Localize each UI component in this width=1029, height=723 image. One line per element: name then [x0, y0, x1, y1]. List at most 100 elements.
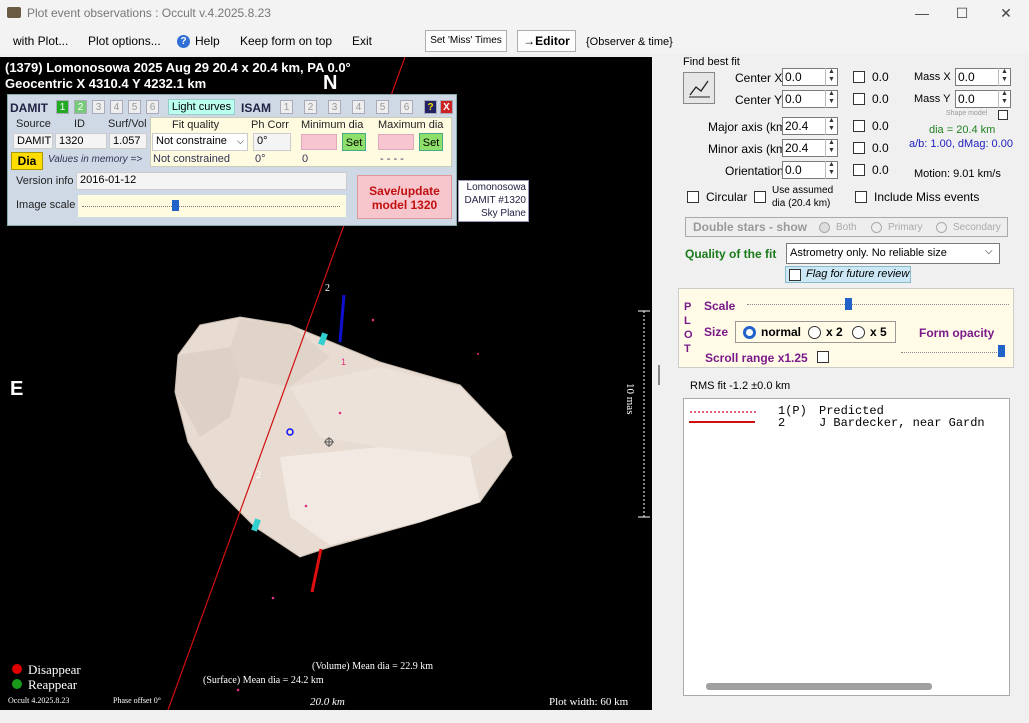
form-opacity-label: Form opacity [919, 326, 995, 340]
badge-sky-plane: Sky Plane [480, 208, 526, 219]
help-icon[interactable]: ? [424, 100, 437, 114]
spinner-arrows-icon[interactable]: ▲ ▼ [825, 161, 837, 179]
predicted-point [271, 596, 275, 600]
fit-quality-header: Fit quality [172, 119, 220, 131]
fix-major-checkbox[interactable] [853, 120, 865, 132]
close-icon[interactable]: X [440, 100, 453, 114]
help-icon[interactable]: ? [177, 35, 190, 48]
menu-help[interactable]: Help [195, 34, 220, 48]
fix-center-x-checkbox[interactable] [853, 71, 865, 83]
close-icon[interactable]: ✕ [996, 4, 1016, 22]
fix-minor-checkbox[interactable] [853, 142, 865, 154]
spinner-arrows-icon[interactable]: ▲ ▼ [825, 117, 837, 135]
north-label: N [323, 72, 338, 94]
plot-header-line2: Geocentric X 4310.4 Y 4232.1 km [5, 76, 207, 91]
km-label: 20.0 km [310, 696, 345, 708]
isam-model-4[interactable]: 4 [352, 100, 365, 114]
mem-min-dia: 0 [302, 153, 309, 165]
quality-select[interactable]: Astrometry only. No reliable size [786, 243, 1000, 264]
isam-model-1[interactable]: 1 [280, 100, 293, 114]
chevron-down-icon[interactable]: ⌵ [237, 136, 244, 147]
include-miss-checkbox[interactable] [855, 191, 867, 203]
flag-review-label: Flag for future review [806, 268, 910, 280]
size-normal-radio[interactable] [743, 326, 756, 339]
scroll-range-checkbox[interactable] [817, 351, 829, 363]
image-scale-slider[interactable] [78, 195, 346, 217]
set-miss-times-button[interactable]: Set 'Miss' Times [425, 30, 507, 52]
source-field[interactable]: DAMIT [13, 133, 53, 149]
form-opacity-slider[interactable] [899, 344, 1011, 360]
legend-row-2-num: 2 [778, 416, 786, 430]
isam-model-2[interactable]: 2 [304, 100, 317, 114]
disappear-dot [12, 664, 22, 674]
fix-orientation-checkbox[interactable] [853, 164, 865, 176]
app-icon [7, 7, 21, 18]
primary-radio[interactable] [871, 222, 882, 233]
splitter-handle[interactable] [658, 365, 660, 385]
horizontal-scrollbar[interactable] [706, 683, 932, 690]
min-dia-field[interactable] [301, 134, 337, 150]
source-header: Source [16, 118, 51, 130]
fit-quality-select[interactable]: Not constraine [152, 133, 248, 151]
mass-x-label: Mass X [914, 71, 951, 83]
spinner-arrows-icon[interactable]: ▲ ▼ [998, 68, 1010, 86]
chevron-down-icon[interactable]: ⌵ [985, 246, 993, 257]
values-in-memory-label: Values in memory => [48, 154, 143, 165]
image-scale-thumb[interactable] [172, 200, 179, 211]
primary-label: Primary [888, 222, 923, 233]
damit-model-2[interactable]: 2 [74, 100, 87, 114]
isam-model-3[interactable]: 3 [328, 100, 341, 114]
major-axis-label: Major axis (km) [708, 120, 791, 134]
set-min-button[interactable]: Set [342, 133, 366, 151]
menu-exit[interactable]: Exit [352, 34, 372, 48]
spinner-arrows-icon[interactable]: ▲ ▼ [825, 90, 837, 108]
legend-list[interactable]: 1(P) Predicted 2 J Bardecker, near Gardn [683, 398, 1010, 696]
set-max-button[interactable]: Set [419, 133, 443, 151]
scale-slider[interactable] [745, 296, 1013, 314]
version-info-field[interactable]: 2016-01-12 [76, 172, 347, 190]
dia-result: dia = 20.4 km [929, 124, 996, 136]
south-marker-line [310, 548, 323, 593]
ph-corr-field[interactable]: 0° [253, 133, 291, 151]
damit-model-5[interactable]: 5 [128, 100, 141, 114]
opacity-thumb[interactable] [998, 345, 1005, 357]
maximize-icon[interactable]: ☐ [952, 4, 972, 22]
observer-time-label: {Observer & time} [586, 36, 673, 48]
save-update-model-button[interactable]: Save/update model 1320 [357, 175, 452, 219]
disappear-label: Disappear [28, 662, 81, 677]
damit-model-3[interactable]: 3 [92, 100, 105, 114]
size-normal-label: normal [761, 325, 802, 339]
both-radio[interactable] [819, 222, 830, 233]
scale-thumb[interactable] [845, 298, 852, 310]
center-x-result: 0.0 [872, 70, 889, 84]
use-assumed-checkbox[interactable] [754, 191, 766, 203]
menu-plot-options[interactable]: Plot options... [88, 34, 161, 48]
size-x2-radio[interactable] [808, 326, 821, 339]
size-x5-radio[interactable] [852, 326, 865, 339]
damit-label: DAMIT [10, 101, 48, 115]
light-curves-button[interactable]: Light curves [168, 99, 235, 115]
surfvol-field[interactable]: 1.057 [109, 133, 147, 149]
damit-model-1[interactable]: 1 [56, 100, 69, 114]
damit-model-6[interactable]: 6 [146, 100, 159, 114]
damit-model-4[interactable]: 4 [110, 100, 123, 114]
shape-model-checkbox[interactable] [998, 110, 1008, 120]
circular-checkbox[interactable] [687, 191, 699, 203]
spinner-arrows-icon[interactable]: ▲ ▼ [825, 68, 837, 86]
both-label: Both [836, 222, 857, 233]
spinner-arrows-icon[interactable]: ▲ ▼ [998, 90, 1010, 108]
flag-review-checkbox[interactable] [789, 269, 801, 281]
menu-with-plot[interactable]: with Plot... [13, 34, 68, 48]
spinner-arrows-icon[interactable]: ▲ ▼ [825, 139, 837, 157]
secondary-radio[interactable] [936, 222, 947, 233]
isam-model-5[interactable]: 5 [376, 100, 389, 114]
isam-model-6[interactable]: 6 [400, 100, 413, 114]
fix-center-y-checkbox[interactable] [853, 93, 865, 105]
menu-keep-on-top[interactable]: Keep form on top [240, 34, 332, 48]
editor-button[interactable]: →Editor [517, 30, 576, 52]
max-dia-field[interactable] [378, 134, 414, 150]
find-best-fit-button[interactable] [683, 72, 715, 104]
dia-button[interactable]: Dia [11, 152, 43, 170]
minimize-icon[interactable]: — [912, 4, 932, 22]
id-field[interactable]: 1320 [55, 133, 107, 149]
